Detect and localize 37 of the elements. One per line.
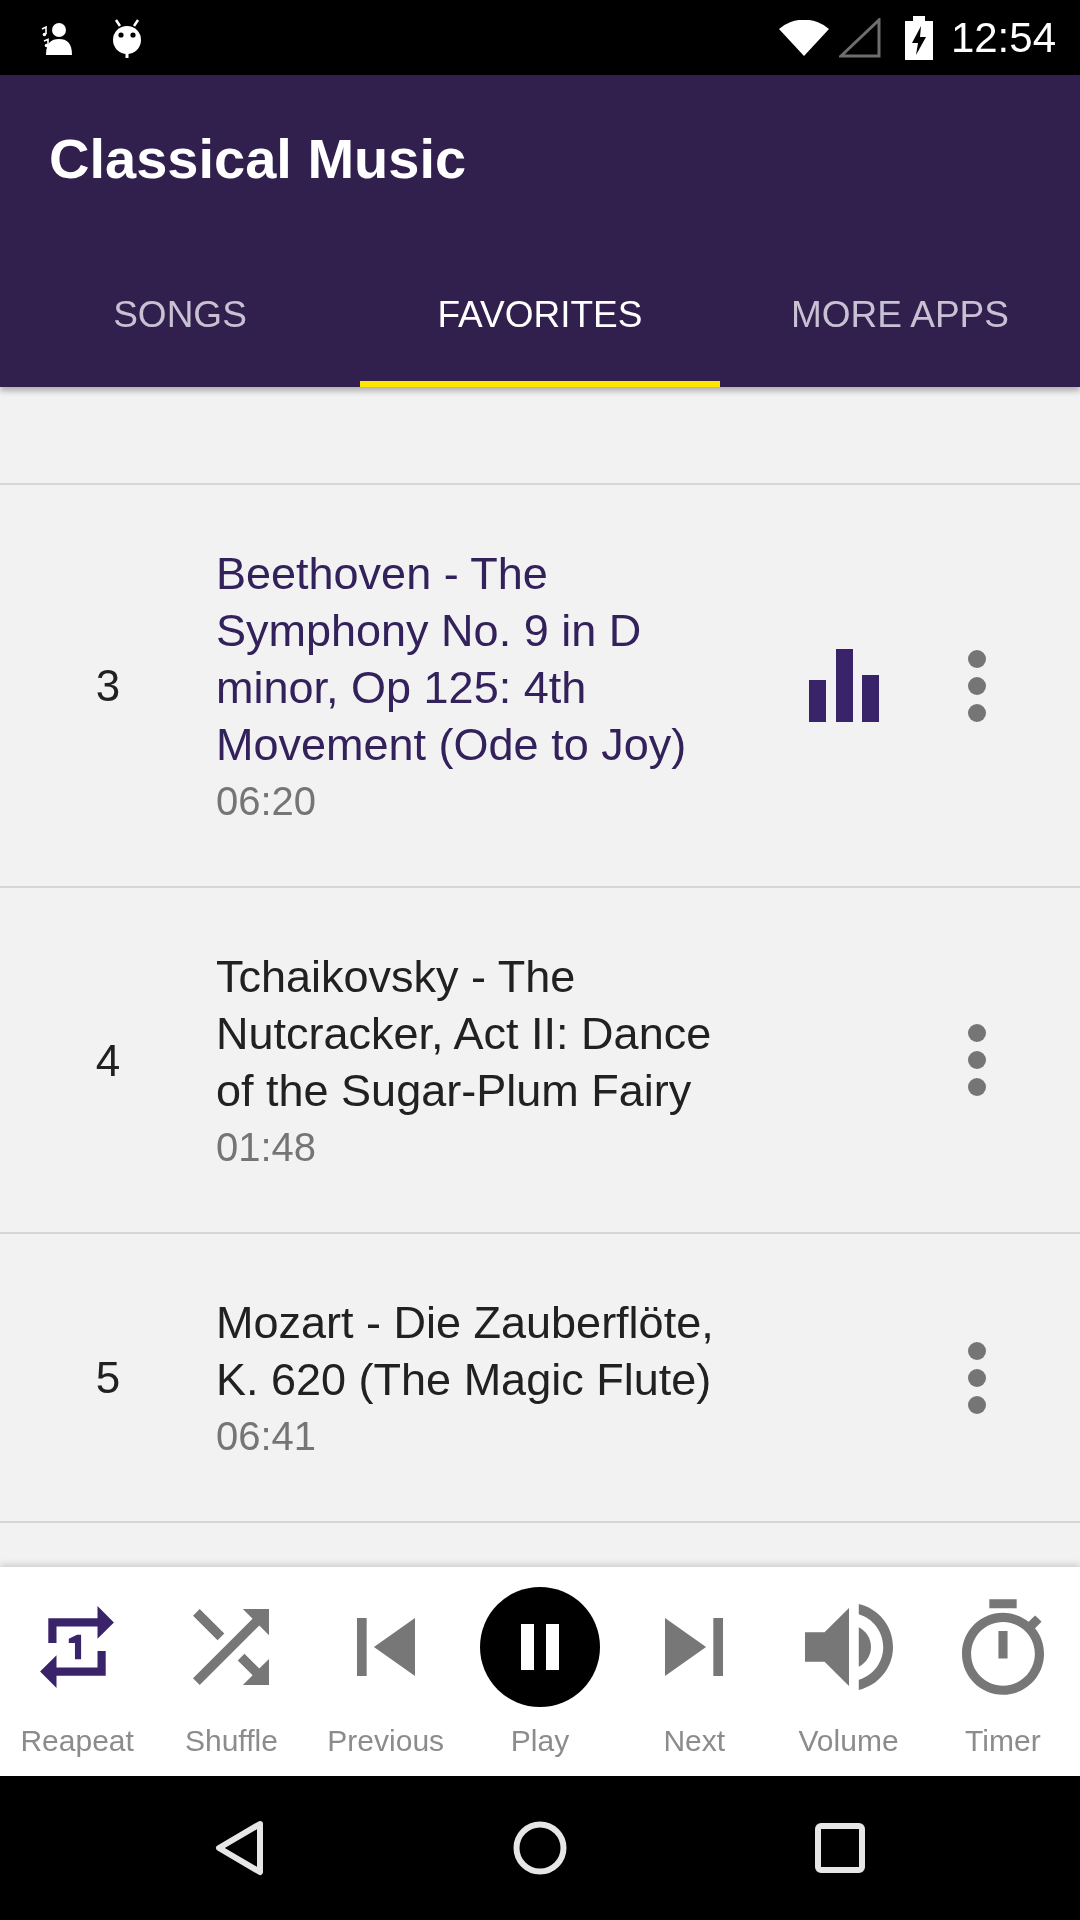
song-title[interactable]: Tchaikovsky - The Nutcracker, Act II: Dance of the Sugar-Plum Fairy xyxy=(216,948,751,1119)
volume-button[interactable]: Volume xyxy=(771,1567,926,1776)
signal-icon xyxy=(838,17,881,58)
tab[interactable]: MORE APPS xyxy=(720,243,1080,387)
equalizer-icon xyxy=(809,649,879,722)
battery-charging-icon xyxy=(904,15,933,60)
track-number: 3 xyxy=(94,660,122,712)
skip-previous-icon xyxy=(356,1618,415,1676)
more-vertical-icon xyxy=(968,649,986,722)
song-title[interactable]: Mozart - Die Zauberflöte, K. 620 (The Magic Flute) xyxy=(216,1294,751,1408)
status-time: 12:54 xyxy=(950,16,1056,59)
wifi-icon xyxy=(778,19,829,56)
tab[interactable]: FAVORITES xyxy=(360,243,720,387)
shuffle-button[interactable]: Shuffle xyxy=(154,1567,309,1776)
song-duration: 06:20 xyxy=(216,778,318,825)
home-icon xyxy=(513,1821,567,1875)
previous-button[interactable]: Previous xyxy=(308,1567,463,1776)
stopwatch-icon xyxy=(961,1599,1044,1695)
skip-next-icon xyxy=(665,1618,724,1676)
next-button[interactable]: Next xyxy=(617,1567,772,1776)
song-title[interactable]: Beethoven - The Symphony No. 9 in D minor, Op 125: 4th Movement (Ode to Joy) xyxy=(216,545,751,773)
repeat-button[interactable]: Reapeat xyxy=(0,1567,155,1776)
back-icon xyxy=(215,1820,265,1876)
timer-button[interactable]: Timer xyxy=(925,1567,1080,1776)
tab[interactable]: SONGS xyxy=(0,243,360,387)
track-number: 4 xyxy=(94,1034,122,1087)
play-pause-button[interactable]: Play xyxy=(462,1567,618,1776)
track-number: 5 xyxy=(94,1352,122,1404)
song-duration: 01:48 xyxy=(216,1124,318,1171)
volume-icon xyxy=(804,1604,893,1690)
app-title: Classical Music xyxy=(49,131,467,187)
person-music-icon xyxy=(40,20,72,55)
robot-head-icon xyxy=(110,17,144,58)
more-vertical-icon xyxy=(968,1341,986,1414)
song-duration: 06:41 xyxy=(216,1413,318,1460)
more-vertical-icon xyxy=(968,1024,986,1096)
recents-icon xyxy=(815,1823,865,1873)
